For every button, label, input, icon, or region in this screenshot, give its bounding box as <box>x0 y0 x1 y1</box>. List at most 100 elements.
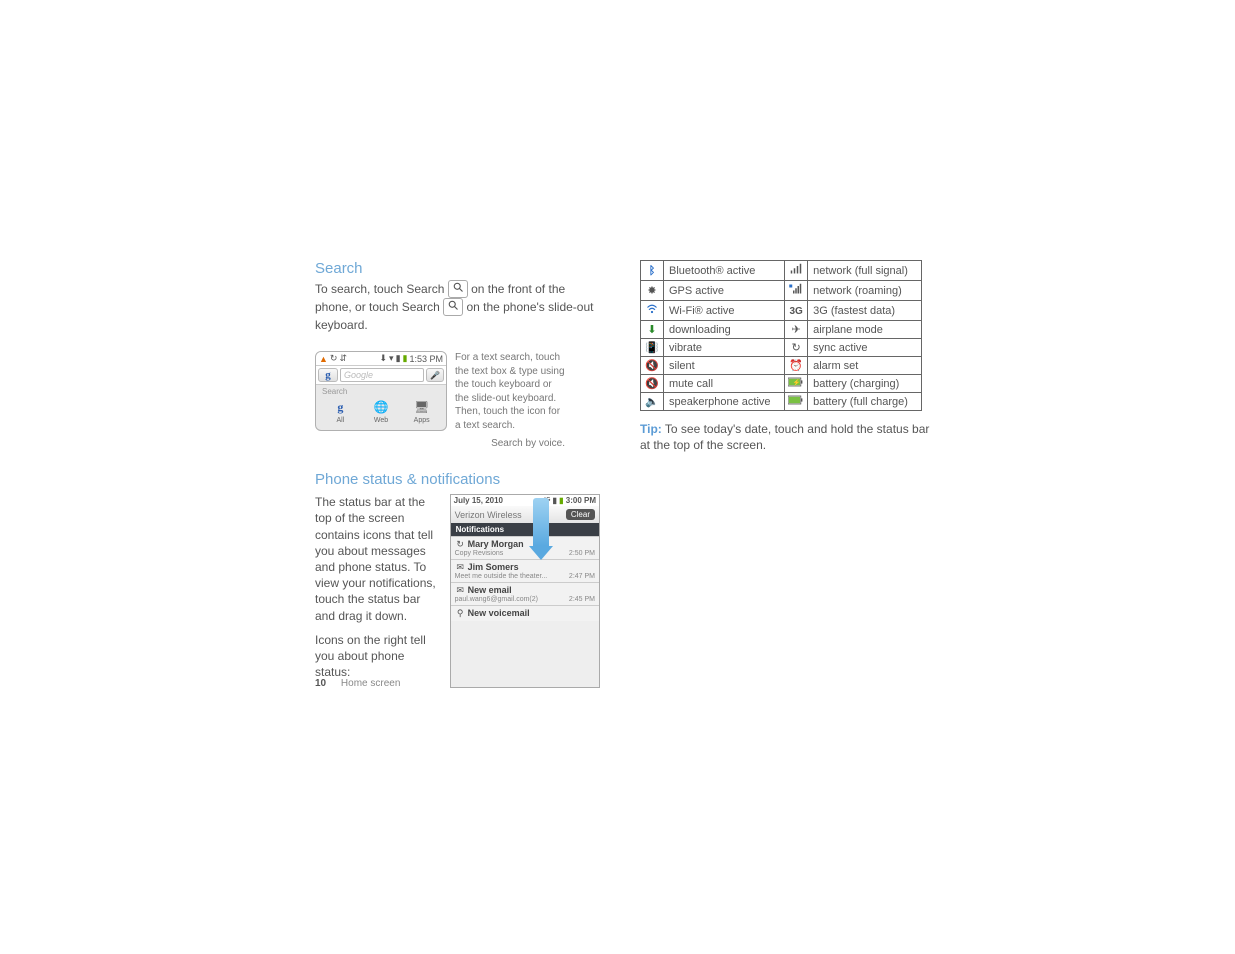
status-icon-dl: ⬇ <box>641 321 664 339</box>
tab-apps-label: Apps <box>414 417 430 424</box>
status-time: 1:53 PM <box>409 354 443 364</box>
status-icon-plane: ✈ <box>785 321 808 339</box>
tip-text: To see today's date, touch and hold the … <box>640 422 929 452</box>
status-icon-sync: ↻ <box>785 339 808 357</box>
status-label: vibrate <box>664 339 785 357</box>
notification-item[interactable]: ✉Jim SomersMeet me outside the theater..… <box>451 559 599 582</box>
voice-search-button[interactable]: 🎤 <box>426 368 444 382</box>
search-key-icon-2 <box>443 298 463 316</box>
signal-icon: ▮ <box>396 353 401 364</box>
status-label: alarm set <box>808 357 922 375</box>
table-row: 🔇mute call⚡battery (charging) <box>641 375 922 393</box>
globe-icon: 🌐 <box>372 398 390 416</box>
notif-item-time: 2:47 PM <box>569 573 595 580</box>
search-para: To search, touch Search on the front of … <box>315 281 600 333</box>
search-input[interactable]: Google <box>340 368 424 382</box>
search-tab-apps[interactable]: 🖥 Apps <box>413 398 431 424</box>
status-label: network (full signal) <box>808 261 922 281</box>
table-row: 🔇silent⏰alarm set <box>641 357 922 375</box>
search-heading: Search <box>315 260 600 277</box>
search-key-icon <box>448 280 468 298</box>
status-icon-bt: ᛒ <box>641 261 664 281</box>
status-icon-3g: 3G <box>785 301 808 321</box>
status-label: network (roaming) <box>808 281 922 301</box>
svg-text:⚡: ⚡ <box>793 378 801 386</box>
refresh-icon: ↻ <box>330 353 338 364</box>
signal-bars-icon: ▮ <box>552 496 556 505</box>
status-icon-mute: 🔇 <box>641 375 664 393</box>
tab-all-label: All <box>336 417 344 424</box>
table-row: ⬇downloading✈airplane mode <box>641 321 922 339</box>
notif-item-time: 2:45 PM <box>569 596 595 603</box>
table-row: ᛒBluetooth® active network (full signal) <box>641 261 922 281</box>
notif-item-icon: ✉ <box>455 562 466 573</box>
tab-web-label: Web <box>374 417 388 424</box>
search-tab-all[interactable]: g All <box>331 398 349 424</box>
notif-time: 3:00 PM <box>566 496 596 505</box>
battery-icon-2: ▮ <box>559 496 563 505</box>
google-g-button[interactable]: g <box>318 368 338 382</box>
status-icon-sig <box>785 261 808 281</box>
table-row: 🔈speakerphone active battery (full charge… <box>641 393 922 411</box>
status-icon-full <box>785 393 808 411</box>
table-row: ✸GPS activenetwork (roaming) <box>641 281 922 301</box>
voice-caption: Search by voice. <box>315 438 565 449</box>
notification-item[interactable]: ↻Mary MorganCopy Revisions2:50 PM <box>451 536 599 559</box>
search-side-note: For a text search, touch the text box & … <box>455 351 565 432</box>
notif-para1: The status bar at the top of the screen … <box>315 494 442 624</box>
notif-heading: Phone status & notifications <box>315 471 600 488</box>
notif-date: July 15, 2010 <box>454 496 503 505</box>
wifi-icon: ▾ <box>389 353 394 364</box>
footer-title: Home screen <box>341 678 400 689</box>
usb-icon: ⇵ <box>339 353 347 364</box>
notification-item[interactable]: ⚲New voicemail <box>451 605 599 621</box>
status-label: sync active <box>808 339 922 357</box>
status-label: battery (full charge) <box>808 393 922 411</box>
status-label: mute call <box>664 375 785 393</box>
notif-item-title: Mary Morgan <box>468 539 524 549</box>
table-row: Wi-Fi® active3G3G (fastest data) <box>641 301 922 321</box>
status-label: Bluetooth® active <box>664 261 785 281</box>
status-icon-chg: ⚡ <box>785 375 808 393</box>
search-widget: ▲ ↻ ⇵ ⬇ ▾ ▮ ▮ 1:53 PM g Google 🎤 <box>315 351 447 431</box>
notif-item-title: New voicemail <box>468 608 530 618</box>
status-icon-wifi <box>641 301 664 321</box>
carrier-label: Verizon Wireless <box>455 510 522 520</box>
status-label: GPS active <box>664 281 785 301</box>
page-footer: 10 Home screen <box>315 678 400 689</box>
status-icon-roam <box>785 281 808 301</box>
notif-item-icon: ↻ <box>455 539 466 550</box>
status-label: 3G (fastest data) <box>808 301 922 321</box>
status-icon-sil: 🔇 <box>641 357 664 375</box>
apps-icon: 🖥 <box>413 398 431 416</box>
search-text-a: To search, touch Search <box>315 282 448 296</box>
notifications-header: Notifications <box>451 523 599 536</box>
notif-item-icon: ✉ <box>455 585 466 596</box>
download-icon: ⬇ <box>379 353 387 364</box>
notif-item-title: Jim Somers <box>468 562 519 572</box>
battery-icon: ▮ <box>403 353 408 364</box>
tip-para: Tip: To see today's date, touch and hold… <box>640 421 930 453</box>
status-icon-vib: 📳 <box>641 339 664 357</box>
status-label: speakerphone active <box>664 393 785 411</box>
notif-item-title: New email <box>468 585 512 595</box>
status-icon-alarm: ⏰ <box>785 357 808 375</box>
notification-item[interactable]: ✉New emailpaul.wang6@gmail.com(2)2:45 PM <box>451 582 599 605</box>
notif-para2: Icons on the right tell you about phone … <box>315 632 442 681</box>
notification-panel: July 15, 2010 ³ᴳ ▮ ▮ 3:00 PM Verizon Wir… <box>450 494 600 688</box>
status-label: Wi-Fi® active <box>664 301 785 321</box>
page-number: 10 <box>315 678 326 689</box>
warning-icon: ▲ <box>319 354 328 364</box>
drag-down-arrow-icon <box>533 498 549 546</box>
status-label: airplane mode <box>808 321 922 339</box>
search-tab-web[interactable]: 🌐 Web <box>372 398 390 424</box>
status-label: silent <box>664 357 785 375</box>
status-icon-spk: 🔈 <box>641 393 664 411</box>
clear-button[interactable]: Clear <box>566 509 595 520</box>
table-row: 📳vibrate↻sync active <box>641 339 922 357</box>
google-g-icon: g <box>331 398 349 416</box>
notif-item-icon: ⚲ <box>455 608 466 619</box>
status-icons-table: ᛒBluetooth® activenetwork (full signal)✸… <box>640 260 922 411</box>
notif-item-time: 2:50 PM <box>569 550 595 557</box>
tip-label: Tip: <box>640 422 662 436</box>
